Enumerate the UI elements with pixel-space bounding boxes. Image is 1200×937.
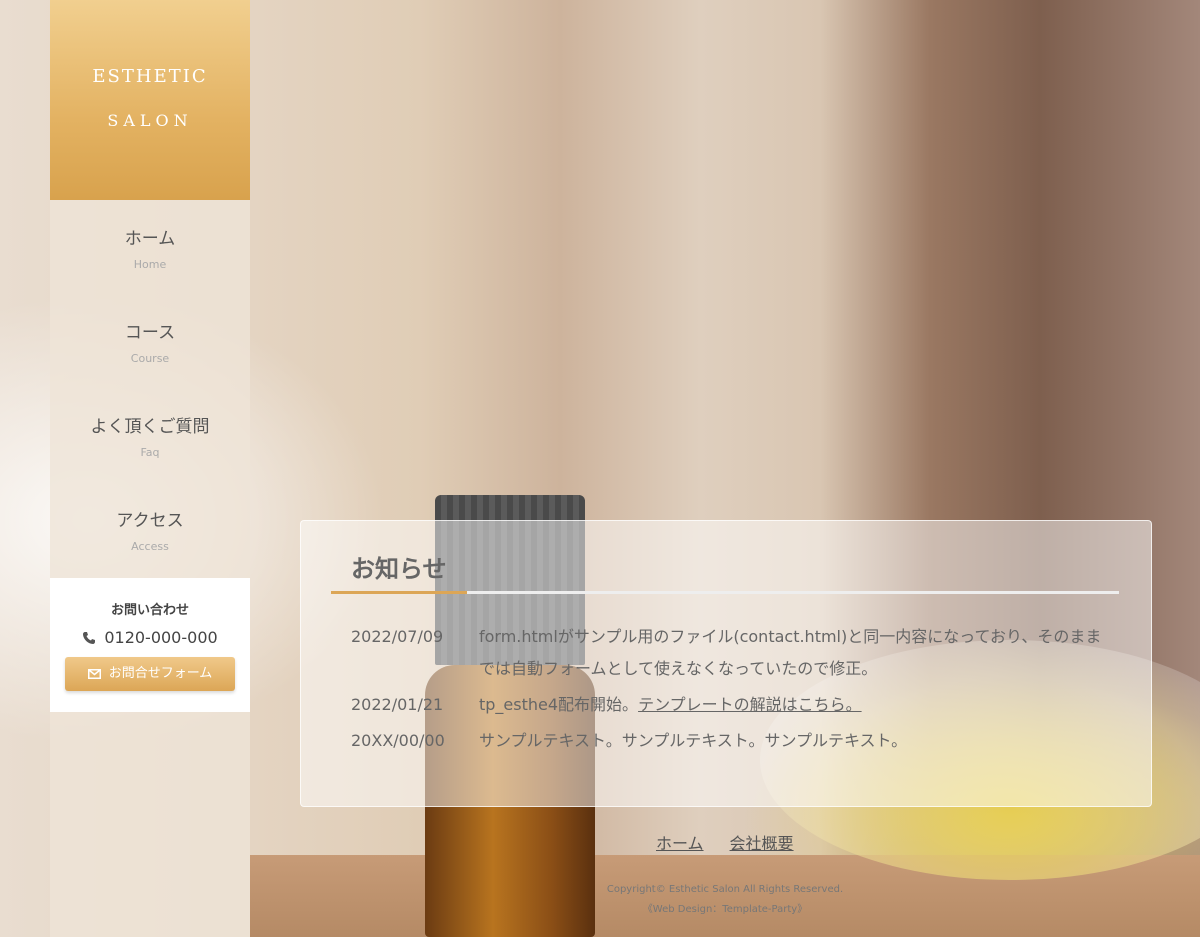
- menu-item-sublabel: Home: [133, 258, 167, 271]
- contact-box: お問い合わせ 0120-000-000 お問合せフォーム: [50, 578, 250, 712]
- footer-link-company[interactable]: 会社概要: [730, 830, 794, 854]
- logo-line1: ESTHETIC: [92, 66, 208, 87]
- news-item: 2022/01/21 tp_esthe4配布開始。テンプレートの解説はこちら。: [351, 689, 1111, 721]
- news-date: 20XX/00/00: [351, 731, 445, 750]
- news-text: サンプルテキスト。サンプルテキスト。サンプルテキスト。: [479, 731, 908, 750]
- news-item: 2022/07/09 form.htmlがサンプル用のファイル(contact.…: [351, 621, 1111, 685]
- sidebar: ESTHETIC SALON ホーム Home コース Course よく頂くご…: [50, 0, 250, 937]
- logo-line2: SALON: [107, 111, 193, 130]
- news-link[interactable]: テンプレートの解説はこちら。: [638, 695, 862, 714]
- contact-form-button[interactable]: お問合せフォーム: [65, 657, 235, 691]
- news-section[interactable]: お知らせ 2022/07/09 form.htmlがサンプル用のファイル(con…: [300, 520, 1152, 807]
- phone-number: 0120-000-000: [104, 628, 218, 647]
- contact-phone[interactable]: 0120-000-000: [50, 628, 250, 647]
- news-text: tp_esthe4配布開始。: [479, 695, 639, 714]
- menu-item-label: よく頂くご質問: [90, 417, 210, 437]
- copyright-text: Copyright© Esthetic Salon All Rights Res…: [606, 884, 844, 895]
- menu-item-label: ホーム: [124, 229, 176, 249]
- news-list: 2022/07/09 form.htmlがサンプル用のファイル(contact.…: [351, 621, 1111, 761]
- menu-item-access[interactable]: アクセス Access: [50, 482, 250, 576]
- main-menu: ホーム Home コース Course よく頂くご質問 Faq アクセス Acc…: [50, 200, 250, 576]
- menu-item-sublabel: Course: [130, 352, 170, 365]
- contact-title: お問い合わせ: [110, 603, 189, 618]
- footer-nav: ホーム 会社概要: [656, 830, 794, 854]
- news-item: 20XX/00/00 サンプルテキスト。サンプルテキスト。サンプルテキスト。: [351, 725, 1111, 757]
- menu-item-label: コース: [124, 323, 176, 343]
- copyright: Copyright© Esthetic Salon All Rights Res…: [525, 880, 925, 920]
- phone-icon: [83, 631, 96, 644]
- menu-item-faq[interactable]: よく頂くご質問 Faq: [50, 388, 250, 482]
- menu-item-course[interactable]: コース Course: [50, 294, 250, 388]
- menu-item-home[interactable]: ホーム Home: [50, 200, 250, 294]
- footer-link-home[interactable]: ホーム: [656, 830, 704, 854]
- design-credit[interactable]: 《Web Design：Template-Party》: [525, 900, 925, 920]
- news-title: お知らせ: [351, 555, 447, 583]
- news-date: 2022/07/09: [351, 627, 444, 646]
- contact-form-button-label: お問合せフォーム: [108, 666, 213, 681]
- news-date: 2022/01/21: [351, 695, 444, 714]
- mail-icon: [87, 669, 101, 679]
- news-text-wrap: tp_esthe4配布開始。テンプレートの解説はこちら。: [479, 689, 1111, 721]
- news-text: form.htmlがサンプル用のファイル(contact.html)と同一内容に…: [479, 627, 1102, 678]
- menu-item-label: アクセス: [116, 511, 184, 531]
- news-title-accent: [331, 591, 467, 594]
- menu-item-sublabel: Access: [131, 540, 169, 553]
- site-logo[interactable]: ESTHETIC SALON: [50, 0, 250, 200]
- menu-item-sublabel: Faq: [140, 446, 160, 459]
